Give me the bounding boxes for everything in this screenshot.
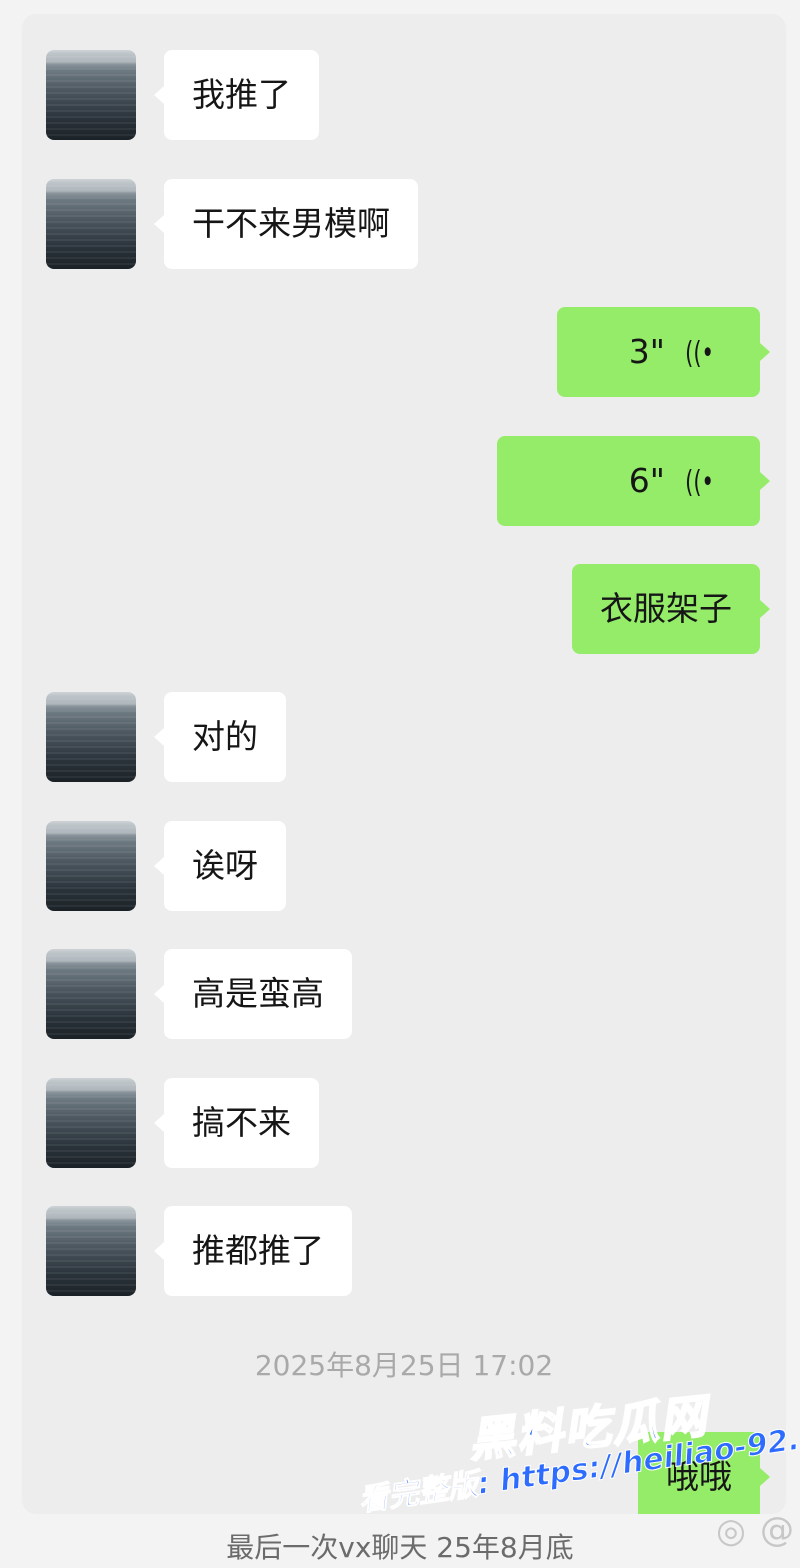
contact-avatar[interactable] [46, 1206, 136, 1296]
caption: 最后一次vx聊天 25年8月底 [226, 1531, 574, 1564]
received-message[interactable]: 我推了 [154, 50, 319, 140]
chat-panel: 我推了 干不来男模啊 3" ((• 6" ((• 衣服架子 对的 诶呀 高是蛮高 搞… [22, 14, 786, 1514]
received-message[interactable]: 诶呀 [154, 821, 286, 911]
voice-duration: 6" [628, 461, 665, 500]
received-message[interactable]: 干不来男模啊 [154, 179, 418, 269]
received-message[interactable]: 搞不来 [154, 1078, 319, 1168]
chat-timestamp: 2025年8月25日 17:02 [254, 1349, 554, 1382]
received-message[interactable]: 对的 [154, 692, 286, 782]
message-row: 搞不来 [22, 1078, 786, 1170]
contact-avatar[interactable] [46, 1078, 136, 1168]
contact-avatar[interactable] [46, 821, 136, 911]
message-row: 干不来男模啊 [22, 179, 786, 271]
contact-avatar[interactable] [46, 50, 136, 140]
voice-duration: 3" [628, 332, 665, 371]
sent-message[interactable]: 衣服架子 [572, 564, 770, 654]
message-row: 诶呀 [22, 821, 786, 913]
message-row: 衣服架子 [22, 564, 786, 656]
message-row: 对的 [22, 692, 786, 784]
received-message[interactable]: 推都推了 [154, 1206, 352, 1296]
message-row: 3" ((• [22, 307, 786, 399]
contact-avatar[interactable] [46, 179, 136, 269]
contact-avatar[interactable] [46, 949, 136, 1039]
message-row: 我推了 [22, 50, 786, 142]
weibo-icon: ◎ [716, 1511, 746, 1551]
message-row: 高是蛮高 [22, 949, 786, 1041]
voice-message[interactable]: 6" ((• [497, 436, 770, 526]
contact-avatar[interactable] [46, 692, 136, 782]
message-row: 推都推了 [22, 1206, 786, 1298]
message-row: 6" ((• [22, 436, 786, 528]
voice-wave-icon: ((• [685, 336, 714, 371]
voice-wave-icon: ((• [685, 465, 714, 500]
weibo-at: @ [760, 1510, 794, 1550]
voice-message[interactable]: 3" ((• [557, 307, 770, 397]
received-message[interactable]: 高是蛮高 [154, 949, 352, 1039]
